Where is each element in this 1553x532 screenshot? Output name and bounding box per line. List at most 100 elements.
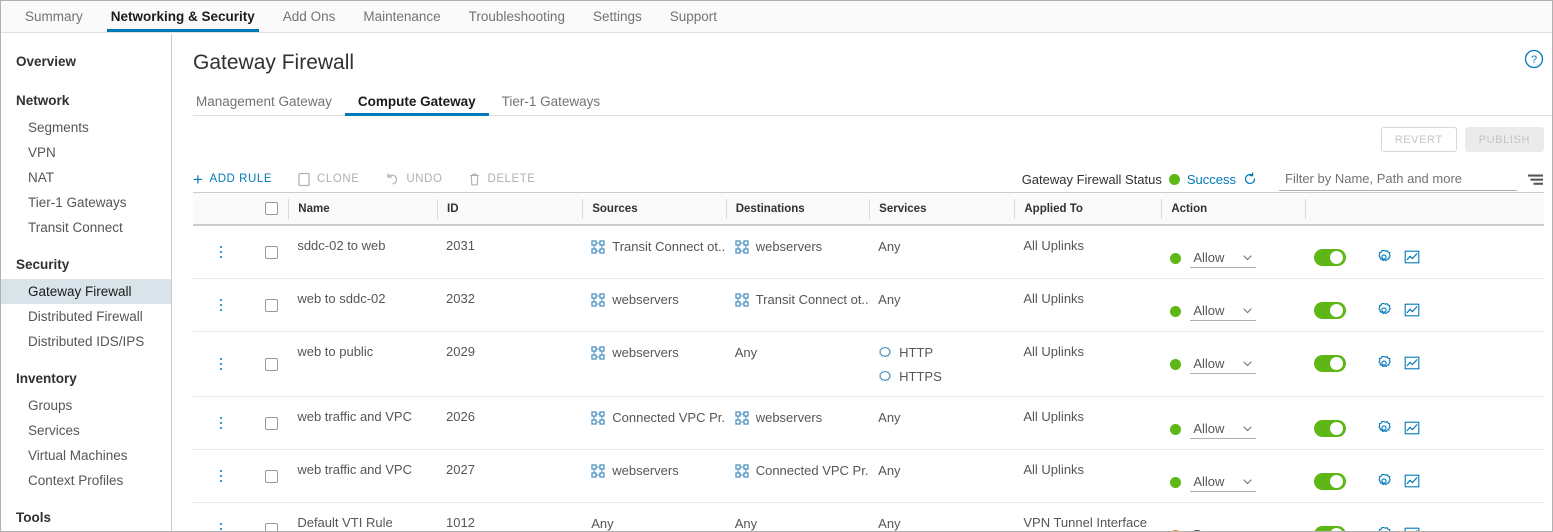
sidebar-item-groups[interactable]: Groups: [1, 393, 171, 418]
row-menu-button[interactable]: [214, 279, 228, 331]
help-circle-icon[interactable]: ?: [1524, 49, 1544, 69]
rule-destinations-cell[interactable]: Any: [726, 332, 869, 396]
sidebar-item-overview[interactable]: Overview: [1, 50, 171, 76]
rule-destinations-cell[interactable]: webservers: [726, 226, 869, 278]
rule-destinations-cell[interactable]: Transit Connect ot...: [726, 279, 869, 331]
tab-management-gateway[interactable]: Management Gateway: [193, 94, 345, 115]
undo-button[interactable]: UNDO: [385, 172, 442, 186]
statistics-icon[interactable]: [1404, 526, 1420, 531]
gear-icon[interactable]: [1376, 473, 1392, 489]
gear-icon[interactable]: [1376, 355, 1392, 371]
rule-services-cell[interactable]: Any: [869, 503, 1014, 531]
row-checkbox[interactable]: [265, 299, 278, 312]
action-select[interactable]: Allow: [1190, 302, 1256, 321]
sidebar-item-tier-1-gateways[interactable]: Tier-1 Gateways: [1, 190, 171, 215]
column-header-applied-to[interactable]: Applied To: [1014, 199, 1161, 219]
action-select[interactable]: Allow: [1190, 473, 1256, 492]
clone-button[interactable]: CLONE: [298, 172, 359, 187]
rule-enable-toggle[interactable]: [1314, 249, 1346, 266]
column-header-destinations[interactable]: Destinations: [726, 199, 869, 219]
delete-button[interactable]: DELETE: [468, 172, 535, 187]
rule-destinations-cell[interactable]: Any: [726, 503, 869, 531]
table-row[interactable]: Default VTI Rule 1012 Any Any Any VPN Tu…: [193, 503, 1544, 531]
rule-sources-cell[interactable]: Any: [582, 503, 725, 531]
rule-services-cell[interactable]: Any: [869, 450, 1014, 502]
tab-tier-1-gateways[interactable]: Tier-1 Gateways: [489, 94, 614, 115]
sidebar-item-gateway-firewall[interactable]: Gateway Firewall: [1, 279, 171, 304]
filter-icon[interactable]: [1527, 172, 1544, 186]
table-row[interactable]: web to sddc-02 2032 webservers Transit C…: [193, 279, 1544, 332]
gear-icon[interactable]: [1376, 420, 1392, 436]
sidebar-item-services[interactable]: Services: [1, 418, 171, 443]
sidebar-item-nat[interactable]: NAT: [1, 165, 171, 190]
row-checkbox[interactable]: [265, 470, 278, 483]
action-select[interactable]: Drop: [1190, 526, 1256, 531]
gear-icon[interactable]: [1376, 249, 1392, 265]
table-row[interactable]: web traffic and VPC 2026 Connected VPC P…: [193, 397, 1544, 450]
statistics-icon[interactable]: [1404, 302, 1420, 318]
topnav-item-support[interactable]: Support: [656, 1, 731, 32]
sidebar-item-segments[interactable]: Segments: [1, 115, 171, 140]
row-checkbox[interactable]: [265, 358, 278, 371]
column-header-services[interactable]: Services: [869, 199, 1014, 219]
table-row[interactable]: sddc-02 to web 2031 Transit Connect ot..…: [193, 226, 1544, 279]
rule-sources-cell[interactable]: webservers: [582, 450, 725, 502]
row-checkbox[interactable]: [265, 417, 278, 430]
row-menu-button[interactable]: [214, 332, 228, 396]
column-header-action[interactable]: Action: [1161, 199, 1304, 219]
rule-services-cell[interactable]: HTTP HTTPS: [869, 332, 1014, 396]
topnav-item-troubleshooting[interactable]: Troubleshooting: [455, 1, 579, 32]
gear-icon[interactable]: [1376, 526, 1392, 531]
statistics-icon[interactable]: [1404, 249, 1420, 265]
search-input[interactable]: [1279, 168, 1517, 191]
column-header-id[interactable]: ID: [437, 199, 582, 219]
table-row[interactable]: web to public 2029 webservers Any HTTP H…: [193, 332, 1544, 397]
row-menu-button[interactable]: [214, 503, 228, 531]
row-menu-button[interactable]: [214, 450, 228, 502]
topnav-item-summary[interactable]: Summary: [11, 1, 97, 32]
rule-services-cell[interactable]: Any: [869, 226, 1014, 278]
topnav-item-settings[interactable]: Settings: [579, 1, 656, 32]
topnav-item-networking-security[interactable]: Networking & Security: [97, 1, 269, 32]
row-checkbox[interactable]: [265, 523, 278, 532]
topnav-item-maintenance[interactable]: Maintenance: [349, 1, 454, 32]
sidebar-item-virtual-machines[interactable]: Virtual Machines: [1, 443, 171, 468]
rule-services-cell[interactable]: Any: [869, 279, 1014, 331]
table-row[interactable]: web traffic and VPC 2027 webservers Conn…: [193, 450, 1544, 503]
add-rule-button[interactable]: + ADD RULE: [193, 171, 272, 188]
gear-icon[interactable]: [1376, 302, 1392, 318]
rule-destinations-cell[interactable]: webservers: [726, 397, 869, 449]
publish-button[interactable]: PUBLISH: [1465, 127, 1544, 152]
action-select[interactable]: Allow: [1190, 355, 1256, 374]
sidebar-item-distributed-ids-ips[interactable]: Distributed IDS/IPS: [1, 329, 171, 354]
rule-enable-toggle[interactable]: [1314, 302, 1346, 319]
select-all-checkbox[interactable]: [265, 202, 278, 215]
column-header-sources[interactable]: Sources: [582, 199, 725, 219]
statistics-icon[interactable]: [1404, 473, 1420, 489]
sidebar-item-transit-connect[interactable]: Transit Connect: [1, 215, 171, 240]
rule-sources-cell[interactable]: Connected VPC Pr...: [582, 397, 725, 449]
rule-sources-cell[interactable]: Transit Connect ot...: [582, 226, 725, 278]
rule-enable-toggle[interactable]: [1314, 526, 1346, 531]
statistics-icon[interactable]: [1404, 355, 1420, 371]
sidebar-item-distributed-firewall[interactable]: Distributed Firewall: [1, 304, 171, 329]
row-menu-button[interactable]: [214, 397, 228, 449]
topnav-item-add-ons[interactable]: Add Ons: [269, 1, 350, 32]
rule-destinations-cell[interactable]: Connected VPC Pr...: [726, 450, 869, 502]
revert-button[interactable]: REVERT: [1381, 127, 1457, 152]
column-header-name[interactable]: Name: [288, 199, 437, 219]
statistics-icon[interactable]: [1404, 420, 1420, 436]
refresh-icon[interactable]: [1243, 172, 1257, 186]
action-select[interactable]: Allow: [1190, 420, 1256, 439]
rule-enable-toggle[interactable]: [1314, 473, 1346, 490]
rule-enable-toggle[interactable]: [1314, 355, 1346, 372]
action-select[interactable]: Allow: [1190, 249, 1256, 268]
row-checkbox[interactable]: [265, 246, 278, 259]
rule-sources-cell[interactable]: webservers: [582, 279, 725, 331]
sidebar-item-vpn[interactable]: VPN: [1, 140, 171, 165]
tab-compute-gateway[interactable]: Compute Gateway: [345, 94, 489, 115]
row-menu-button[interactable]: [214, 226, 228, 278]
rule-services-cell[interactable]: Any: [869, 397, 1014, 449]
rule-sources-cell[interactable]: webservers: [582, 332, 725, 396]
sidebar-item-context-profiles[interactable]: Context Profiles: [1, 468, 171, 493]
